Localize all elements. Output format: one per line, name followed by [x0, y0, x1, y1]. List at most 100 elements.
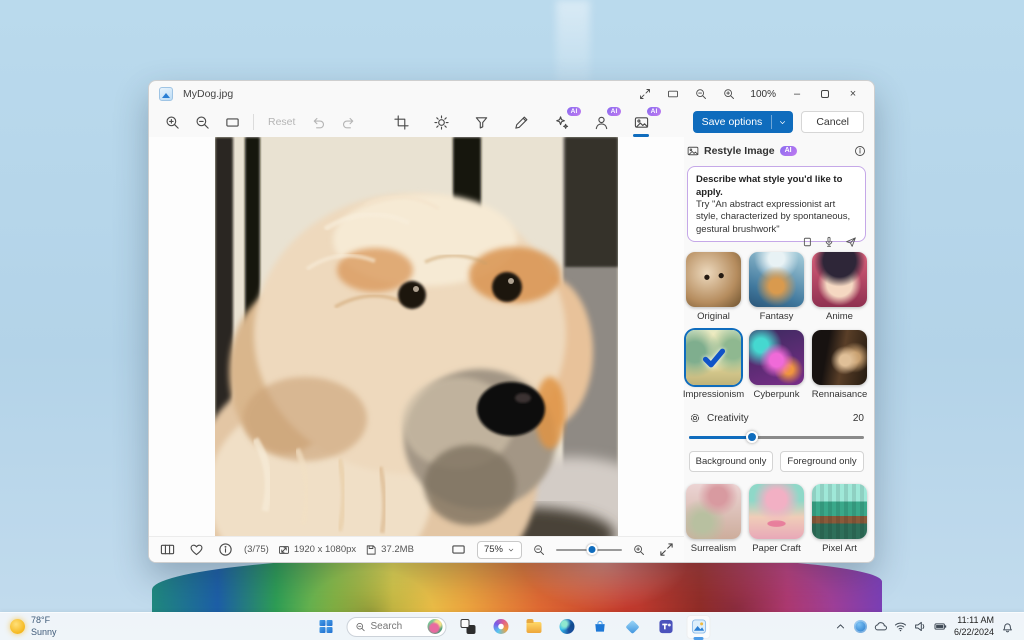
search-highlight-image	[427, 619, 443, 634]
dev-app-button[interactable]	[621, 615, 645, 639]
teams-button[interactable]	[654, 615, 678, 639]
redo-button[interactable]	[335, 110, 361, 134]
style-thumb-impressionism[interactable]	[686, 330, 741, 386]
creativity-label: Creativity	[707, 412, 749, 424]
windows-logo-icon	[319, 620, 332, 633]
battery-icon[interactable]	[934, 620, 947, 633]
undo-button[interactable]	[305, 110, 331, 134]
chevron-down-icon[interactable]	[772, 118, 793, 127]
crop-tool-button[interactable]	[388, 110, 414, 134]
minimize-button[interactable]: –	[784, 83, 810, 105]
zoom-out-button[interactable]	[688, 83, 714, 105]
slider-zoom-in-button[interactable]	[630, 538, 648, 562]
slider-zoom-out-button[interactable]	[530, 538, 548, 562]
style-thumb-fantasy[interactable]	[749, 252, 804, 308]
fit-screen-button[interactable]	[449, 538, 469, 562]
markup-tool-button[interactable]	[508, 110, 534, 134]
generative-erase-button[interactable]: AI	[548, 107, 582, 134]
zoom-level: 100%	[750, 88, 776, 100]
creativity-slider[interactable]	[689, 430, 864, 444]
fullscreen-toggle-button[interactable]	[656, 538, 676, 562]
running-app-indicator	[693, 636, 704, 640]
filmstrip-button[interactable]	[157, 538, 177, 562]
slideshow-button[interactable]	[660, 83, 686, 105]
creativity-slider-thumb[interactable]	[746, 431, 758, 444]
zoom-slider-thumb[interactable]	[586, 543, 598, 555]
style-label: Paper Craft	[752, 543, 801, 554]
store-button[interactable]	[588, 615, 612, 639]
style-thumb-rennaisance[interactable]	[812, 330, 867, 386]
maximize-icon	[821, 90, 829, 98]
copilot-button[interactable]	[489, 615, 513, 639]
copilot-icon	[493, 619, 508, 634]
wifi-icon[interactable]	[894, 620, 907, 633]
zoom-select[interactable]: 75%	[476, 540, 522, 559]
tray-chevron-up-icon[interactable]	[834, 620, 847, 633]
reset-button[interactable]: Reset	[262, 116, 301, 128]
chevron-down-icon	[507, 546, 515, 554]
weather-widget[interactable]: 78°F Sunny	[0, 613, 67, 640]
info-button[interactable]	[215, 538, 235, 562]
style-thumb-cyberpunk[interactable]	[749, 330, 804, 386]
cancel-button[interactable]: Cancel	[801, 111, 864, 133]
start-button[interactable]	[314, 615, 338, 639]
panel-title: Restyle Image	[704, 144, 775, 157]
selected-tab-indicator	[633, 134, 650, 137]
zoom-in-button[interactable]	[716, 83, 742, 105]
wallpaper-bloom	[152, 555, 882, 613]
style-thumb-anime[interactable]	[812, 252, 867, 308]
send-prompt-button[interactable]	[845, 236, 857, 248]
filter-tool-button[interactable]	[468, 110, 494, 134]
style-thumb-original[interactable]	[686, 252, 741, 308]
taskbar-search[interactable]	[346, 616, 447, 637]
dictate-button[interactable]	[823, 236, 835, 248]
volume-icon[interactable]	[914, 620, 927, 633]
clock[interactable]: 11:11 AM 6/22/2024	[954, 615, 994, 638]
image-canvas	[149, 137, 684, 536]
favorite-button[interactable]	[186, 538, 206, 562]
diamond-icon	[625, 619, 640, 634]
restyle-image-icon	[687, 145, 699, 157]
creativity-slider-fill	[689, 436, 752, 439]
style-thumb-paper-craft[interactable]	[749, 484, 804, 539]
canvas-zoom-out-button[interactable]	[189, 110, 215, 134]
save-options-button[interactable]: Save options	[692, 111, 794, 133]
style-label: Fantasy	[759, 311, 794, 323]
maximize-button[interactable]	[812, 83, 838, 105]
canvas-zoom-in-button[interactable]	[159, 110, 185, 134]
panel-info-button[interactable]	[854, 145, 866, 157]
restyle-tool-button[interactable]: AI	[628, 107, 662, 137]
style-prompt-input[interactable]: Describe what style you'd like to apply.…	[687, 166, 866, 242]
task-view-button[interactable]	[456, 615, 480, 639]
weather-temp: 78°F	[31, 615, 51, 626]
notifications-bell-icon[interactable]	[1001, 620, 1014, 633]
expand-prompt-button[interactable]	[801, 236, 813, 248]
style-thumb-surrealism[interactable]	[686, 484, 741, 539]
style-thumb-pixel-art[interactable]	[812, 484, 867, 539]
photos-taskbar-button[interactable]	[686, 614, 711, 640]
tray-app-icon[interactable]	[853, 620, 867, 633]
onedrive-cloud-icon[interactable]	[874, 620, 887, 633]
sun-icon	[10, 619, 25, 634]
prompt-example: Try "An abstract expressionist art style…	[696, 199, 851, 235]
ai-badge: AI	[607, 107, 622, 116]
style-label: Cyberpunk	[753, 389, 800, 401]
close-button[interactable]: ×	[840, 83, 866, 105]
photos-icon	[691, 619, 706, 634]
foreground-only-button[interactable]: Foreground only	[780, 451, 864, 472]
background-only-button[interactable]: Background only	[689, 451, 773, 472]
edge-button[interactable]	[555, 615, 579, 639]
search-input[interactable]	[370, 621, 421, 632]
adjust-tool-button[interactable]	[428, 110, 454, 134]
fit-to-window-button[interactable]	[219, 110, 245, 134]
photo-filesize: 37.2MB	[381, 544, 414, 555]
style-label: Rennaisance	[811, 389, 868, 401]
photos-app-window: MyDog.jpg 100% – × Reset AI AI AI Save o…	[148, 80, 875, 563]
fullscreen-button[interactable]	[632, 83, 658, 105]
background-tool-button[interactable]: AI	[588, 107, 622, 134]
prompt-heading: Describe what style you'd like to apply.	[696, 174, 843, 198]
zoom-slider[interactable]	[556, 543, 622, 557]
window-title: MyDog.jpg	[183, 88, 234, 100]
file-explorer-button[interactable]	[522, 615, 546, 639]
style-label: Impressionism	[682, 389, 745, 401]
